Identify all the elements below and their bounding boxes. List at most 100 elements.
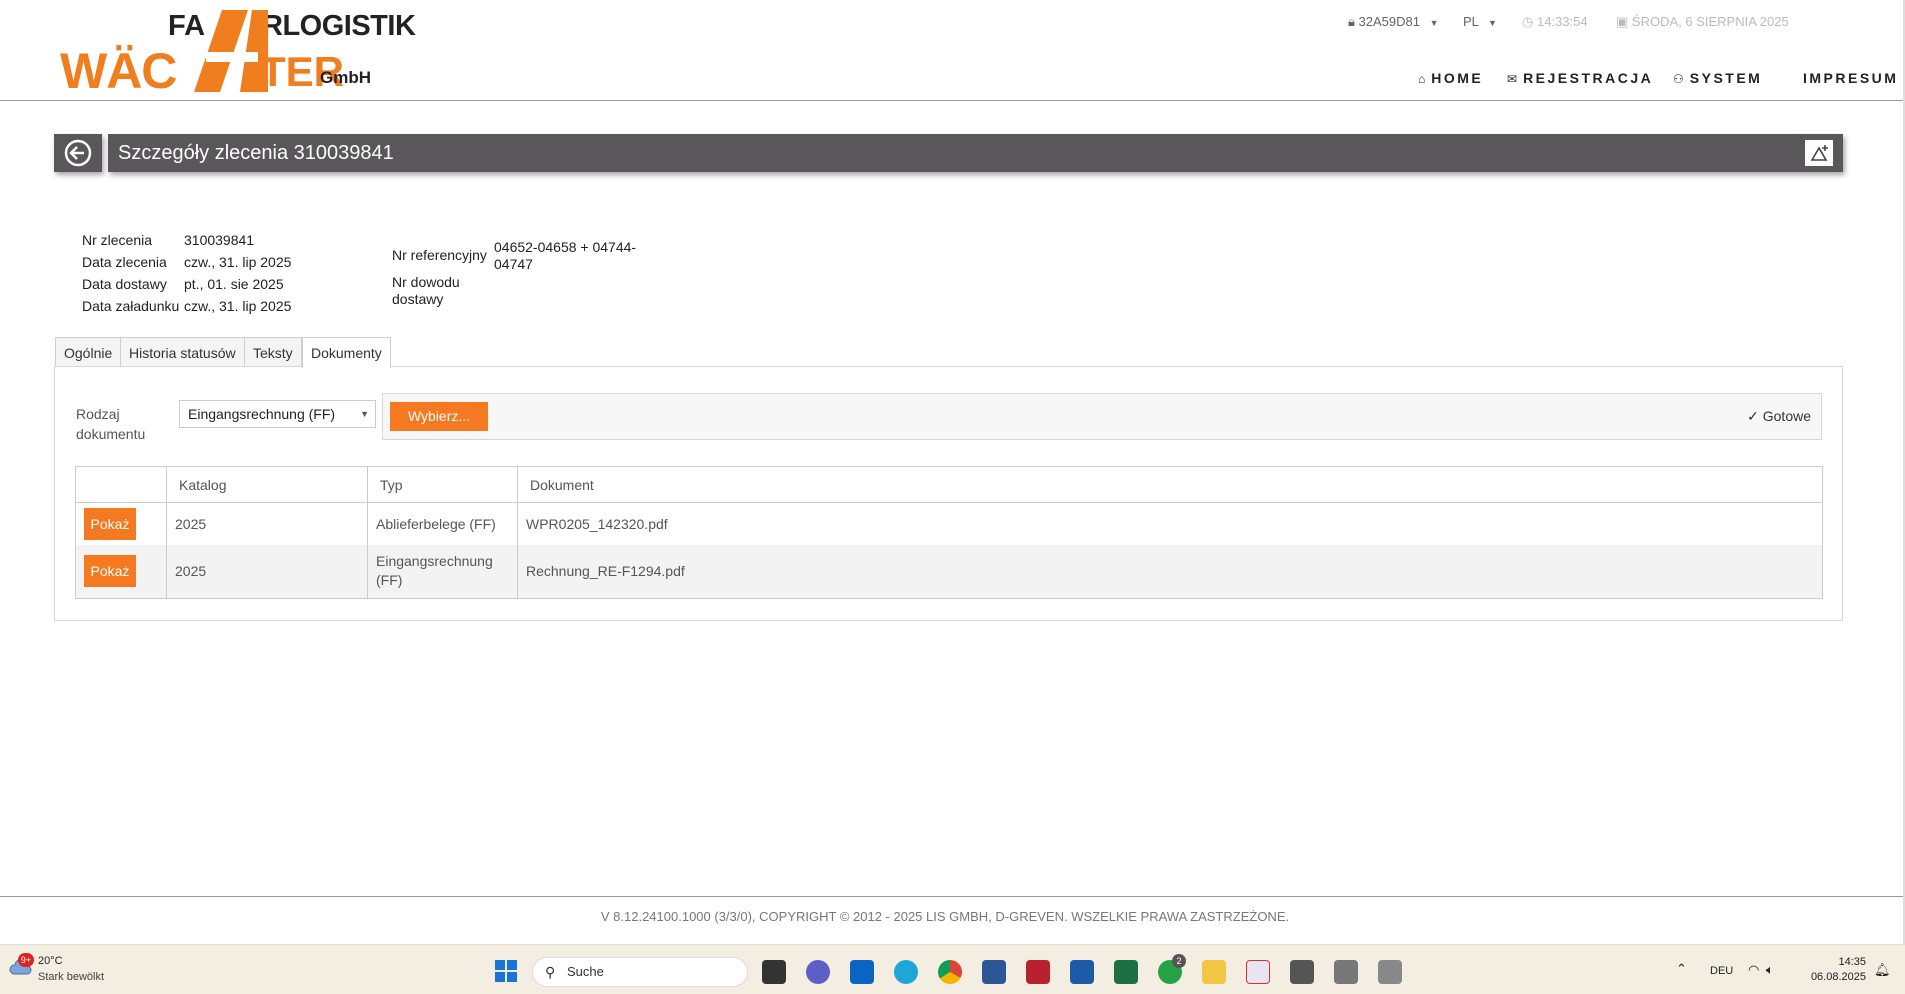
calendar-icon: ▣ (1616, 14, 1629, 29)
session-id: 32A59D81 (1358, 14, 1420, 29)
cell-document: Rechnung_RE-F1294.pdf (517, 544, 1823, 599)
whatsapp-icon[interactable]: 2 (1158, 954, 1186, 984)
add-bookmark-button[interactable] (1805, 140, 1833, 166)
nav-impresum[interactable]: IMPRESUM (1803, 70, 1898, 86)
teams-icon[interactable] (806, 960, 830, 984)
pdf-reader-icon[interactable] (1026, 960, 1050, 984)
tab-ogolnie[interactable]: Ogólnie (55, 337, 122, 367)
col-header-typ: Typ (367, 466, 518, 503)
label-data-zaladunku: Data załadunku (82, 298, 180, 314)
lock-icon: 🔒︎ (1348, 14, 1355, 29)
notification-bell-icon[interactable]: 🔔︎ (1874, 962, 1891, 978)
choose-file-button[interactable]: Wybierz... (390, 402, 488, 431)
tab-teksty[interactable]: Teksty (244, 337, 302, 367)
nav-system-label: SYSTEM (1689, 70, 1763, 86)
outlook-icon[interactable] (850, 960, 874, 984)
printer-icon[interactable] (1334, 960, 1358, 984)
upload-status-text: Gotowe (1762, 408, 1811, 424)
table-header-row: Katalog Typ Dokument (75, 466, 1823, 503)
doc-type-label-line2: dokumentu (76, 426, 146, 442)
cell-type-text: Ablieferbelege (FF) (376, 515, 496, 532)
footer-divider (0, 896, 1905, 897)
value-data-dostawy: pt., 01. sie 2025 (184, 276, 284, 292)
value-nr-zlecenia: 310039841 (184, 232, 255, 248)
app-icon[interactable] (1290, 960, 1314, 984)
time-text: 14:33:54 (1536, 14, 1588, 29)
nav-home[interactable]: ⌂ HOME (1418, 70, 1483, 86)
chevron-down-icon: ▼ (1488, 18, 1497, 28)
excel-icon[interactable] (1114, 960, 1138, 984)
chrome-icon[interactable] (938, 960, 962, 984)
keyboard-layout[interactable]: DEU (1710, 965, 1733, 977)
show-document-button[interactable]: Pokaż (84, 555, 136, 588)
tab-dokumenty[interactable]: Dokumenty (302, 337, 391, 368)
upload-area: Wybierz... ✓ Gotowe (382, 393, 1822, 440)
cell-action: Pokaż (75, 544, 167, 599)
page-title-bar: Szczegóły zlecenia 310039841 (108, 134, 1843, 172)
app-header: FA RLOGISTIK WÄC TER GmbH 🔒︎ 32A59D81 ▼ … (0, 0, 1905, 101)
weather-description: Stark bewölkt (38, 971, 105, 983)
doc-type-select[interactable]: Eingangsrechnung (FF) ▼ (179, 400, 376, 428)
word-icon[interactable] (982, 960, 1006, 984)
col-header-dokument: Dokument (517, 466, 1823, 503)
current-date: ▣ ŚRODA, 6 SIERPNIA 2025 (1616, 14, 1789, 30)
nav-system[interactable]: ⚇ SYSTEM (1673, 70, 1762, 86)
mail-icon: ✉ (1507, 72, 1518, 86)
wifi-icon[interactable]: ◠ (1748, 962, 1759, 978)
chevron-up-icon[interactable]: ⌃ (1676, 961, 1687, 977)
speaker-icon[interactable]: 🔈︎ (1766, 962, 1774, 978)
weather-badge: 9+ (18, 953, 34, 967)
session-menu[interactable]: 🔒︎ 32A59D81 ▼ (1348, 14, 1439, 30)
company-logo[interactable]: FA RLOGISTIK WÄC TER GmbH (60, 8, 416, 99)
checkmark-icon: ✓ (1747, 408, 1759, 424)
logo-text-wac: WÄC (60, 43, 177, 99)
value-data-zaladunku: czw., 31. lip 2025 (184, 298, 292, 314)
whatsapp-badge: 2 (1172, 954, 1186, 968)
logo-text-rlogistik: RLOGISTIK (262, 10, 416, 42)
tab-historia-statusow[interactable]: Historia statusów (120, 337, 245, 367)
value-nr-referencyjny-1: 04652-04658 + 04744- (494, 239, 637, 255)
show-document-button[interactable]: Pokaż (84, 507, 136, 540)
store-icon[interactable] (1070, 960, 1094, 984)
page-title: Szczegóły zlecenia 310039841 (118, 142, 394, 164)
language-code: PL (1463, 14, 1479, 29)
arrow-left-circle-icon (64, 139, 92, 167)
clock-date: 06.08.2025 (1810, 971, 1866, 983)
doc-type-label-line1: Rodzaj (76, 406, 120, 422)
chevron-down-icon: ▼ (1429, 18, 1439, 28)
taskbar-search[interactable]: ⚲ Suche (532, 957, 748, 987)
nav-rejestracja[interactable]: ✉ REJESTRACJA (1507, 70, 1653, 86)
cell-catalog: 2025 (166, 502, 368, 545)
printer-2-icon[interactable] (1378, 960, 1402, 984)
cell-type: Eingangsrechnung (FF) (367, 544, 518, 599)
cell-type: Ablieferbelege (FF) (367, 502, 518, 545)
value-nr-referencyjny-2: 04747 (494, 256, 533, 272)
table-row: Pokaż 2025 Eingangsrechnung (FF) Rechnung… (75, 544, 1823, 599)
language-menu[interactable]: PL ▼ (1463, 14, 1497, 29)
upload-status: ✓ Gotowe (1747, 408, 1811, 425)
windows-taskbar: 9+ 20°C Stark bewölkt ⚲ Suche 2 ⌃ DEU ◠ … (0, 944, 1905, 994)
back-button[interactable] (54, 134, 102, 172)
start-button[interactable] (494, 959, 518, 983)
logo-a-mark-icon (194, 10, 268, 92)
value-data-zlecenia: czw., 31. lip 2025 (184, 254, 292, 270)
snipping-tool-icon[interactable] (1246, 960, 1270, 984)
windows-logo-icon (495, 960, 517, 982)
edge-icon[interactable] (894, 960, 918, 984)
weather-temperature: 20°C (38, 955, 63, 967)
label-nr-referencyjny: Nr referencyjny (392, 247, 487, 263)
label-nr-dowodu-1: Nr dowodu (392, 274, 460, 290)
clock-icon: ◷ (1522, 14, 1534, 29)
task-view-icon[interactable] (762, 960, 786, 984)
documents-table: Katalog Typ Dokument Pokaż 2025 Abliefer… (75, 466, 1823, 599)
file-explorer-icon[interactable] (1202, 960, 1226, 984)
label-data-dostawy: Data dostawy (82, 276, 167, 292)
triangle-plus-icon (1810, 145, 1828, 161)
label-data-zlecenia: Data zlecenia (82, 254, 167, 270)
nav-home-label: HOME (1431, 70, 1484, 86)
system-clock[interactable]: 14:35 06.08.2025 (1800, 955, 1866, 985)
cell-document: WPR0205_142320.pdf (517, 502, 1823, 545)
date-text: ŚRODA, 6 SIERPNIA 2025 (1631, 14, 1789, 29)
nav-impresum-label: IMPRESUM (1803, 70, 1899, 86)
doc-type-label: Rodzaj dokumentu (76, 404, 166, 444)
